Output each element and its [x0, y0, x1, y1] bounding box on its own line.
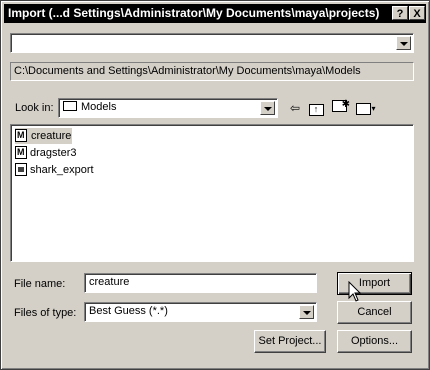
file-name-label: File name:: [14, 278, 66, 290]
look-in-dropdown-icon[interactable]: [260, 101, 275, 115]
top-combo-dropdown-icon[interactable]: [396, 36, 411, 50]
file-list[interactable]: creature dragster3 shark_export: [10, 124, 414, 262]
import-dialog: Import (...d Settings\Administrator\My D…: [0, 0, 430, 370]
file-name-value: creature: [89, 276, 130, 288]
list-item-creature[interactable]: creature: [15, 127, 73, 144]
folder-icon: [63, 101, 77, 112]
view-menu-icon[interactable]: ▾: [354, 100, 378, 116]
new-folder-icon[interactable]: ✱: [330, 99, 350, 116]
maya-file-icon: [15, 127, 27, 143]
list-item-dragster3[interactable]: dragster3: [15, 144, 77, 161]
list-item-shark-export[interactable]: shark_export: [15, 162, 94, 178]
top-combo[interactable]: [10, 33, 414, 53]
set-project-button[interactable]: Set Project...: [254, 330, 326, 353]
maya-file-icon: [15, 144, 27, 160]
title-bar[interactable]: Import (...d Settings\Administrator\My D…: [4, 4, 426, 23]
look-in-label: Look in:: [15, 102, 54, 114]
files-of-type-label: Files of type:: [14, 307, 77, 319]
list-item-label: shark_export: [30, 164, 94, 176]
look-in-value: Models: [81, 101, 117, 113]
files-of-type-combo[interactable]: Best Guess (*.*): [84, 302, 317, 322]
help-button[interactable]: ?: [392, 6, 408, 20]
mouse-pointer-icon: [348, 281, 362, 302]
list-item-label: creature: [30, 130, 73, 142]
current-path: C:\Documents and Settings\Administrator\…: [10, 62, 414, 81]
list-item-label: dragster3: [30, 147, 77, 159]
back-arrow-icon[interactable]: ⇦: [286, 100, 304, 116]
cancel-button[interactable]: Cancel: [337, 301, 412, 324]
file-name-input[interactable]: creature: [84, 273, 317, 293]
document-icon: [15, 162, 27, 176]
files-of-type-dropdown-icon[interactable]: [299, 305, 314, 319]
up-folder-icon[interactable]: ↑: [307, 100, 325, 116]
files-of-type-value: Best Guess (*.*): [89, 305, 168, 317]
look-in-combo[interactable]: Models: [58, 98, 278, 118]
window-title: Import (...d Settings\Administrator\My D…: [8, 6, 380, 20]
options-button[interactable]: Options...: [337, 330, 412, 353]
close-button[interactable]: X: [409, 6, 425, 20]
